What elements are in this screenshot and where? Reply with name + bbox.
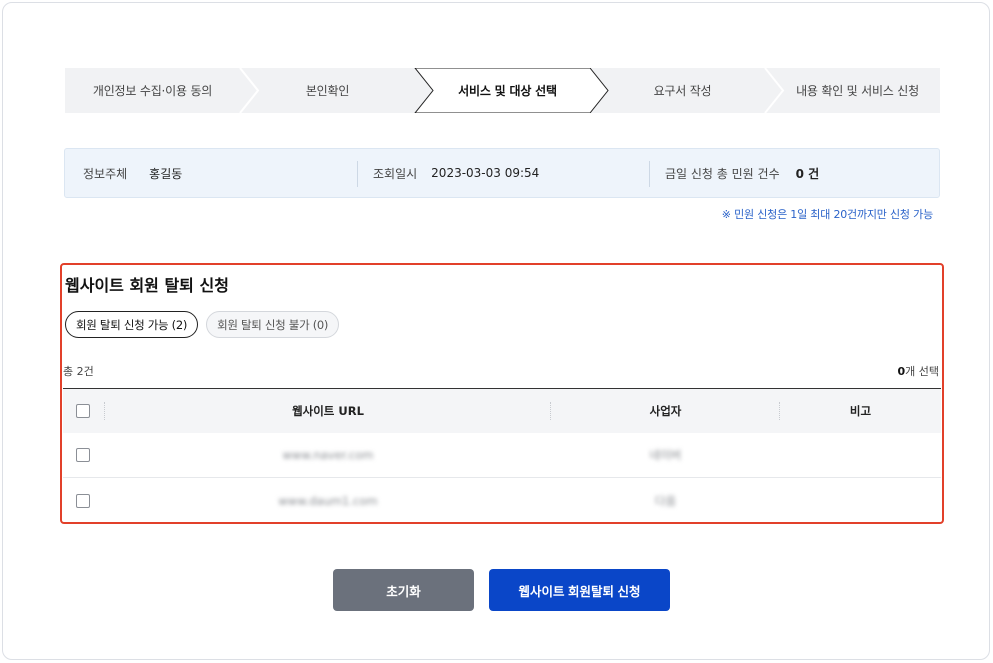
subject-value: 홍길동 [149, 166, 183, 181]
header-note: 비고 [849, 404, 872, 418]
row-checkbox[interactable] [76, 493, 90, 508]
step-identity: 본인확인 [240, 68, 415, 113]
row-company: 네이버 [649, 448, 682, 462]
count-value: 0 건 [795, 166, 820, 181]
row-url: www.daum1.com [278, 493, 378, 508]
withdrawal-section: 웹사이트 회원 탈퇴 신청 회원 탈퇴 신청 가능 (2) 회원 탈퇴 신청 불… [60, 263, 944, 524]
step-request-form: 요구서 작성 [595, 68, 770, 113]
step-label: 서비스 및 대상 선택 [458, 84, 557, 98]
header-checkbox-cell [63, 389, 105, 433]
info-today-count: 금일 신청 총 민원 건수 0 건 [649, 149, 939, 197]
row-checkbox-cell [63, 478, 105, 523]
progress-stepper: 개인정보 수집·이용 동의 본인확인 서비스 및 대상 선택 요구서 작성 내용… [65, 68, 940, 113]
daily-limit-notice: ※ 민원 신청은 1일 최대 20건까지만 신청 가능 [721, 208, 933, 221]
header-url: 웹사이트 URL [105, 402, 551, 420]
tab-unavailable[interactable]: 회원 탈퇴 신청 불가 (0) [206, 311, 340, 338]
total-count: 총 2건 [63, 365, 94, 378]
submit-withdrawal-button[interactable]: 웹사이트 회원탈퇴 신청 [489, 569, 670, 611]
step-label: 개인정보 수집·이용 동의 [92, 84, 213, 98]
info-subject: 정보주체 홍길동 [65, 149, 357, 197]
step-consent: 개인정보 수집·이용 동의 [65, 68, 240, 113]
reset-button[interactable]: 초기화 [333, 569, 474, 611]
selected-count: 0개 선택 [897, 363, 939, 379]
step-label: 요구서 작성 [653, 84, 712, 98]
table-header: 웹사이트 URL 사업자 비고 [63, 388, 941, 433]
header-company: 사업자 [551, 402, 780, 420]
step-label: 내용 확인 및 서비스 신청 [796, 84, 919, 98]
step-service-select: 서비스 및 대상 선택 [420, 68, 595, 113]
row-checkbox[interactable] [76, 448, 90, 462]
info-query-time: 조회일시 2023-03-03 09:54 [357, 149, 649, 197]
website-table: 웹사이트 URL 사업자 비고 www.naver.com 네이버 www.da… [63, 388, 941, 523]
tab-available[interactable]: 회원 탈퇴 신청 가능 (2) [65, 311, 199, 338]
query-value: 2023-03-03 09:54 [431, 166, 540, 180]
selected-number: 0 [897, 365, 906, 378]
row-url: www.naver.com [282, 448, 374, 462]
step-label: 본인확인 [305, 84, 350, 98]
page-frame: 개인정보 수집·이용 동의 본인확인 서비스 및 대상 선택 요구서 작성 내용… [2, 2, 990, 660]
step-confirm: 내용 확인 및 서비스 신청 [770, 68, 945, 113]
row-checkbox-cell [63, 433, 105, 477]
subject-label: 정보주체 [83, 166, 128, 181]
select-all-checkbox[interactable] [76, 404, 90, 418]
count-label: 금일 신청 총 민원 건수 [665, 166, 780, 181]
table-row: www.daum1.com 다음 [63, 478, 941, 523]
table-row: www.naver.com 네이버 [63, 433, 941, 478]
filter-tabs: 회원 탈퇴 신청 가능 (2) 회원 탈퇴 신청 불가 (0) [65, 311, 340, 338]
query-label: 조회일시 [373, 166, 418, 181]
section-title: 웹사이트 회원 탈퇴 신청 [65, 276, 229, 295]
row-company: 다음 [654, 493, 677, 508]
info-bar: 정보주체 홍길동 조회일시 2023-03-03 09:54 금일 신청 총 민… [64, 148, 940, 198]
selected-suffix: 개 선택 [905, 365, 939, 378]
